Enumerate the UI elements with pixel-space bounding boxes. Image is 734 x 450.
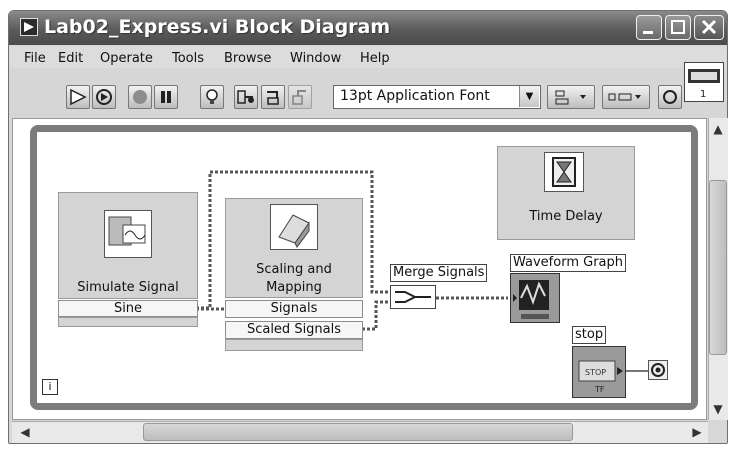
hourglass-icon [544, 152, 584, 192]
scroll-down-icon[interactable]: ▼ [709, 400, 727, 418]
simulate-signal-icon [104, 210, 152, 258]
sine-terminal[interactable]: Sine [58, 300, 198, 317]
wire-stop-to-condition [626, 370, 648, 372]
stop-tf-text: TF [594, 385, 605, 394]
stop-label: stop [572, 326, 607, 344]
scaling-mapping-title-2: Mapping [266, 280, 322, 295]
merge-signals-node[interactable] [390, 285, 436, 309]
signals-terminal[interactable]: Signals [225, 300, 363, 318]
vertical-scroll-thumb[interactable] [709, 180, 727, 355]
scroll-left-icon[interactable]: ◀ [16, 423, 34, 441]
scroll-right-icon[interactable]: ▶ [688, 423, 706, 441]
merge-signals-label: Merge Signals [390, 264, 488, 282]
stop-button-terminal[interactable]: STOP TF [572, 346, 626, 398]
horizontal-scroll-thumb[interactable] [143, 423, 573, 441]
simulate-signal-title: Simulate Signal [77, 280, 179, 295]
scaling-mapping-expand-handle[interactable] [225, 339, 363, 351]
simulate-signal-expand-handle[interactable] [58, 317, 198, 327]
stop-button-text: STOP [585, 368, 606, 377]
scaling-mapping-icon [270, 204, 318, 250]
waveform-graph-terminal[interactable] [510, 273, 560, 323]
waveform-graph-label: Waveform Graph [510, 254, 626, 272]
scaling-mapping-title-1: Scaling and [256, 262, 332, 277]
scroll-up-icon[interactable]: ▲ [709, 120, 727, 138]
scaled-signals-terminal[interactable]: Scaled Signals [225, 321, 363, 339]
time-delay-title: Time Delay [529, 209, 603, 224]
wire-scaled-to-merge[interactable] [362, 300, 390, 331]
loop-condition-icon[interactable] [648, 360, 668, 380]
loop-iteration-terminal[interactable]: i [42, 379, 58, 395]
